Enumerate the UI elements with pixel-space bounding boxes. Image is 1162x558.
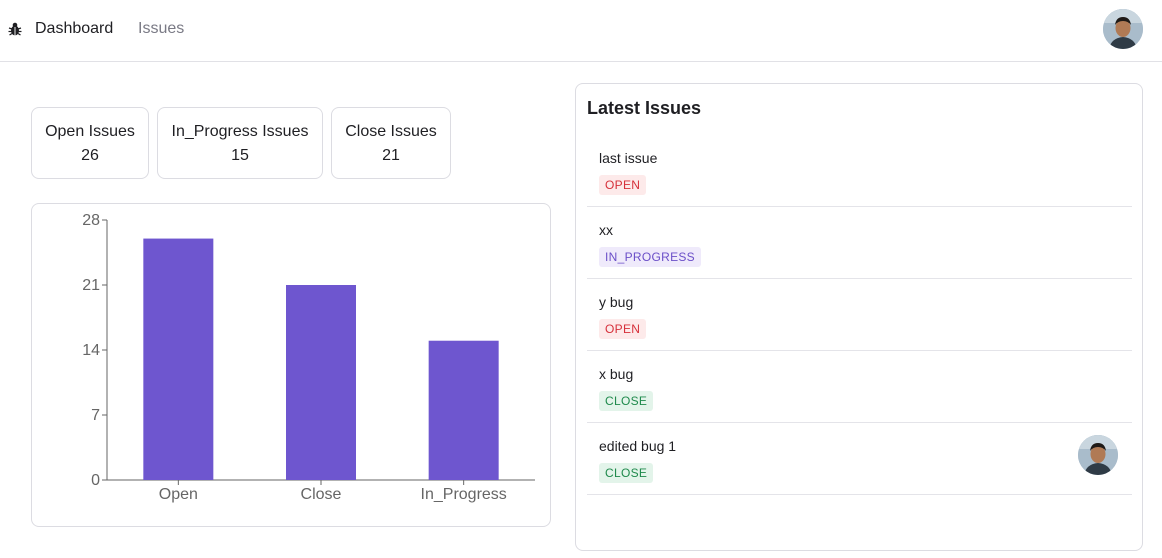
navbar: Dashboard Issues: [0, 0, 1162, 62]
status-badge: CLOSE: [599, 463, 654, 483]
nav-dashboard-link[interactable]: Dashboard: [35, 19, 113, 39]
stat-label: Close Issues: [345, 123, 437, 140]
avatar-image: [1078, 435, 1118, 475]
open-issues-card[interactable]: Open Issues 26: [31, 107, 149, 179]
bar-open: [143, 238, 214, 480]
stat-value: 21: [382, 147, 400, 164]
close-issues-card[interactable]: Close Issues 21: [331, 107, 451, 179]
issues-bar-chart: 0 7 14 21 28 Open Close In_Progress: [82, 212, 535, 503]
issue-row[interactable]: x bug CLOSE: [587, 351, 1132, 423]
stat-label: Open Issues: [45, 123, 135, 140]
bar-in-progress: [428, 340, 499, 480]
issue-title-link[interactable]: y bug: [599, 293, 633, 311]
y-tick-label: 0: [91, 472, 100, 489]
status-badge: CLOSE: [599, 391, 654, 411]
avatar-image: [1103, 9, 1143, 49]
issue-row[interactable]: last issue OPEN: [587, 135, 1132, 207]
y-tick-label: 28: [82, 212, 100, 229]
y-tick-label: 21: [82, 277, 100, 294]
issue-title-link[interactable]: last issue: [599, 149, 657, 167]
issue-row[interactable]: edited bug 1 CLOSE: [587, 423, 1132, 495]
x-tick-label: Open: [159, 486, 198, 503]
bug-icon[interactable]: [7, 21, 23, 37]
assignee-avatar: [1078, 435, 1118, 475]
issue-row[interactable]: y bug OPEN: [587, 279, 1132, 351]
status-badge: OPEN: [599, 319, 647, 339]
bar-close: [286, 285, 356, 480]
issue-row[interactable]: xx IN_PROGRESS: [587, 207, 1132, 279]
issue-title-link[interactable]: xx: [599, 221, 613, 239]
latest-issues-title: Latest Issues: [587, 98, 702, 118]
y-tick-label: 14: [82, 342, 100, 359]
nav-issues-link[interactable]: Issues: [138, 19, 184, 39]
y-tick-label: 7: [91, 407, 100, 424]
x-tick-label: In_Progress: [421, 486, 507, 503]
user-avatar[interactable]: [1103, 9, 1143, 49]
latest-issues-card: Latest Issues last issue OPEN xx IN_PROG…: [575, 83, 1143, 551]
issues-bar-chart-card: 0 7 14 21 28 Open Close In_Progress: [31, 203, 551, 527]
issue-title-link[interactable]: edited bug 1: [599, 437, 676, 455]
stat-value: 15: [231, 147, 249, 164]
issue-title-link[interactable]: x bug: [599, 365, 633, 383]
stat-value: 26: [81, 147, 99, 164]
status-badge: OPEN: [599, 175, 647, 195]
status-badge: IN_PROGRESS: [599, 247, 701, 267]
x-tick-label: Close: [301, 486, 342, 503]
in-progress-issues-card[interactable]: In_Progress Issues 15: [157, 107, 323, 179]
stat-label: In_Progress Issues: [171, 123, 309, 140]
